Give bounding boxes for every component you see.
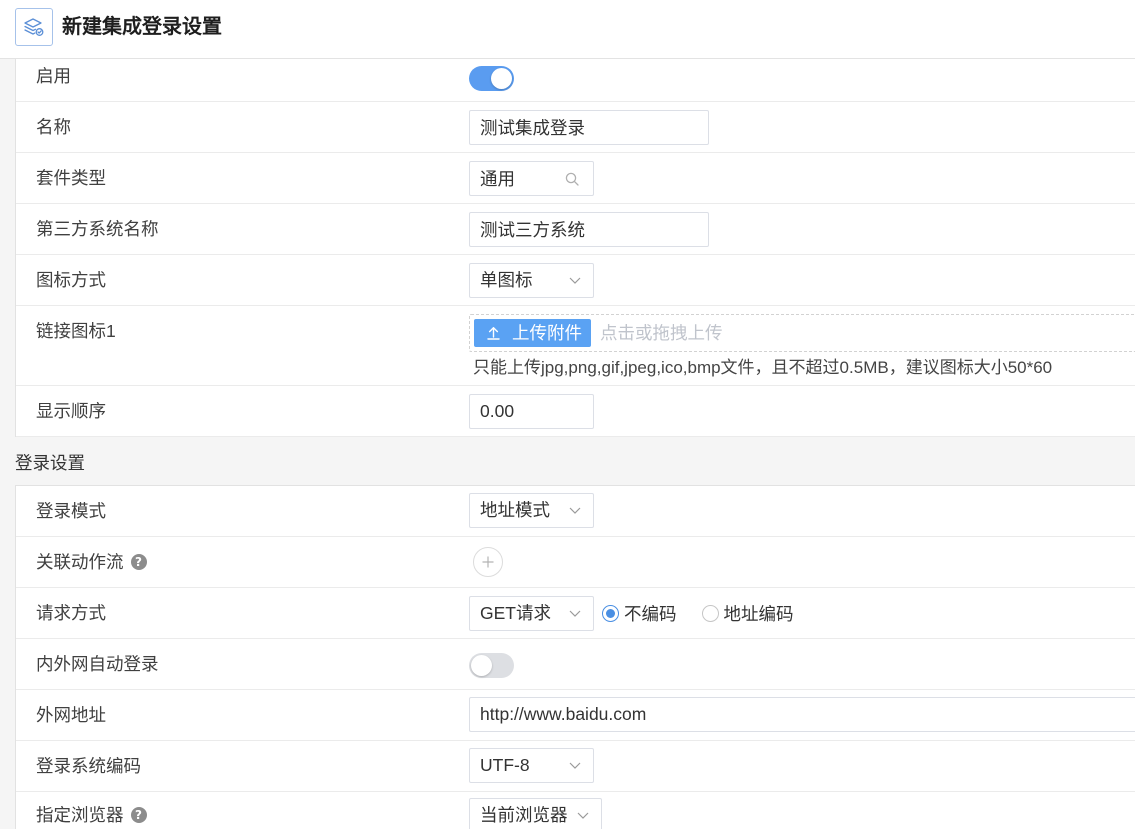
- form-row-suite-type: 套件类型: [16, 153, 1135, 204]
- request-method-value: GET请求: [480, 603, 551, 623]
- encoding-label: 登录系统编码: [36, 756, 141, 776]
- request-method-select[interactable]: GET请求: [469, 596, 594, 631]
- basic-settings-panel: 启用 名称 套件类型 第三方系统名称 图标方式: [15, 59, 1135, 437]
- encoding-radio-group: 不编码 地址编码: [602, 588, 794, 639]
- search-icon[interactable]: [565, 172, 579, 186]
- upload-button[interactable]: 上传附件: [474, 319, 591, 347]
- login-mode-select[interactable]: 地址模式: [469, 493, 594, 528]
- chevron-down-icon: [569, 610, 581, 617]
- form-row-login-mode: 登录模式 地址模式: [16, 486, 1135, 537]
- icon-mode-label: 图标方式: [36, 270, 106, 290]
- add-flow-button[interactable]: [473, 547, 503, 577]
- form-row-linked-flow: 关联动作流: [16, 537, 1135, 588]
- request-method-label: 请求方式: [36, 603, 106, 623]
- upload-button-label: 上传附件: [512, 323, 582, 343]
- login-settings-title: 登录设置: [15, 453, 85, 473]
- display-order-input[interactable]: [469, 394, 594, 429]
- icon-mode-select[interactable]: 单图标: [469, 263, 594, 298]
- radio-label[interactable]: 不编码: [624, 601, 677, 626]
- third-party-name-label: 第三方系统名称: [36, 219, 159, 239]
- external-url-input[interactable]: [469, 697, 1135, 732]
- browser-label: 指定浏览器: [36, 805, 124, 825]
- radio-option-no-encode[interactable]: 不编码: [602, 601, 677, 626]
- page-title: 新建集成登录设置: [62, 16, 222, 38]
- chevron-down-icon: [569, 277, 581, 284]
- chevron-down-icon: [577, 812, 589, 819]
- chevron-down-icon: [569, 507, 581, 514]
- radio-label[interactable]: 地址编码: [724, 601, 794, 626]
- radio-button[interactable]: [602, 605, 619, 622]
- form-row-external-url: 外网地址: [16, 690, 1135, 741]
- auto-login-toggle[interactable]: [469, 653, 514, 678]
- suite-type-label: 套件类型: [36, 168, 106, 188]
- form-row-display-order: 显示顺序: [16, 386, 1135, 437]
- radio-button[interactable]: [701, 605, 719, 622]
- form-row-name: 名称: [16, 102, 1135, 153]
- third-party-name-input[interactable]: [469, 212, 709, 247]
- login-mode-value: 地址模式: [480, 500, 550, 520]
- upload-placeholder: 点击或拖拽上传: [600, 323, 723, 343]
- link-icon-label: 链接图标1: [36, 321, 116, 341]
- external-url-label: 外网地址: [36, 705, 106, 725]
- form-row-enabled: 启用: [16, 59, 1135, 102]
- form-row-icon-mode: 图标方式 单图标: [16, 255, 1135, 306]
- form-row-third-party-name: 第三方系统名称: [16, 204, 1135, 255]
- upload-dropzone[interactable]: 上传附件 点击或拖拽上传: [469, 314, 1135, 352]
- browser-value: 当前浏览器: [480, 805, 568, 825]
- page-header: 新建集成登录设置: [0, 0, 1135, 59]
- question-icon[interactable]: [130, 554, 147, 570]
- icon-mode-value: 单图标: [480, 270, 533, 290]
- linked-flow-label-group: 关联动作流: [36, 537, 147, 587]
- login-settings-panel: 登录模式 地址模式 关联动作流 请求方式 GET请求: [15, 485, 1135, 829]
- form-row-browser: 指定浏览器 当前浏览器: [16, 792, 1135, 829]
- layers-icon: [15, 8, 53, 46]
- upload-hint: 只能上传jpg,png,gif,jpeg,ico,bmp文件，且不超过0.5MB…: [473, 358, 1053, 377]
- linked-flow-label: 关联动作流: [36, 552, 124, 572]
- enabled-label: 启用: [36, 66, 71, 86]
- form-row-link-icon: 链接图标1 上传附件 点击或拖拽上传 只能上传jpg,png,gif,jpeg,…: [16, 306, 1135, 386]
- auto-login-label: 内外网自动登录: [36, 654, 159, 674]
- encoding-value: UTF-8: [480, 755, 530, 775]
- encoding-select[interactable]: UTF-8: [469, 748, 594, 783]
- login-mode-label: 登录模式: [36, 501, 106, 521]
- toggle-knob: [491, 68, 512, 89]
- plus-icon: [482, 556, 494, 568]
- radio-option-url-encode[interactable]: 地址编码: [701, 601, 794, 626]
- suite-type-picker: [469, 161, 594, 196]
- chevron-down-icon: [569, 762, 581, 769]
- toggle-knob: [471, 655, 492, 676]
- name-label: 名称: [36, 117, 71, 137]
- form-row-encoding: 登录系统编码 UTF-8: [16, 741, 1135, 792]
- layers-icon-graphic: [24, 18, 44, 36]
- browser-select[interactable]: 当前浏览器: [469, 798, 602, 829]
- form-row-request-method: 请求方式 GET请求 不编码 地址编码: [16, 588, 1135, 639]
- enabled-toggle[interactable]: [469, 66, 514, 91]
- display-order-label: 显示顺序: [36, 401, 106, 421]
- page: 新建集成登录设置 启用 名称 套件类型 第三方系统名称: [0, 0, 1135, 829]
- upload-icon: [487, 327, 500, 340]
- browser-label-group: 指定浏览器: [36, 792, 147, 829]
- name-input[interactable]: [469, 110, 709, 145]
- question-icon[interactable]: [130, 807, 147, 823]
- form-row-auto-login: 内外网自动登录: [16, 639, 1135, 690]
